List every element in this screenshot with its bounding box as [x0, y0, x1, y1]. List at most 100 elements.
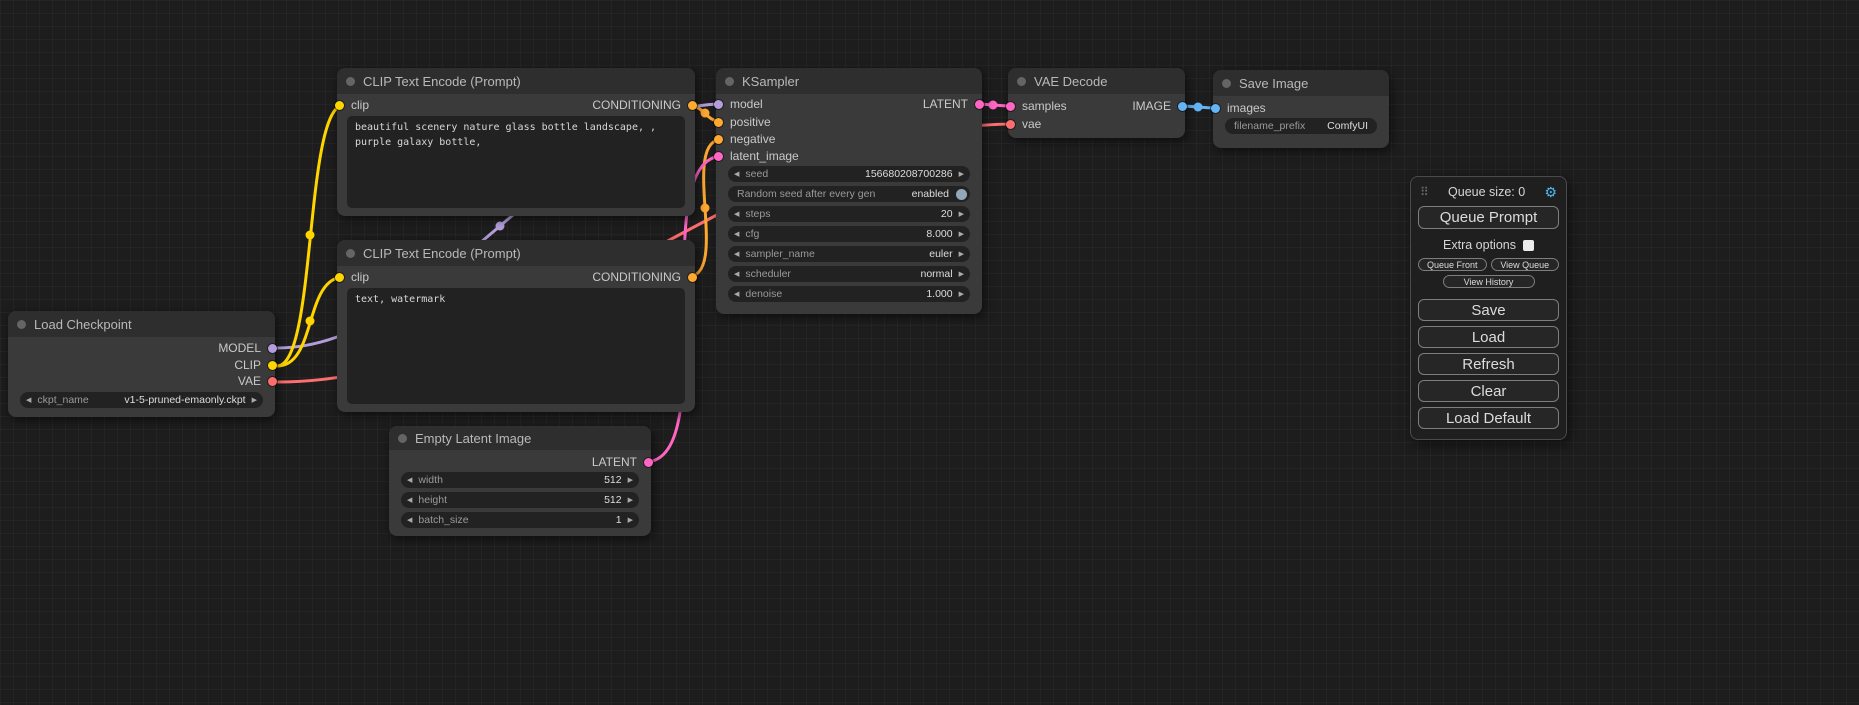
view-history-button[interactable]: View History: [1443, 275, 1535, 288]
clip-input-port[interactable]: [335, 101, 344, 110]
random-seed-toggle-widget[interactable]: Random seed after every gen enabled: [728, 186, 970, 202]
decrement-arrow-icon[interactable]: ◀: [728, 270, 745, 278]
width-widget[interactable]: ◀ width 512 ▶: [401, 472, 639, 488]
node-title-bar[interactable]: Load Checkpoint: [8, 311, 275, 337]
node-title-bar[interactable]: VAE Decode: [1008, 68, 1185, 94]
port-row-clip-input: clip: [340, 269, 369, 285]
node-title-bar[interactable]: CLIP Text Encode (Prompt): [337, 240, 695, 266]
toggle-knob-icon[interactable]: [956, 189, 967, 200]
decrement-arrow-icon[interactable]: ◀: [401, 516, 418, 524]
latent-output-port[interactable]: [975, 100, 984, 109]
increment-arrow-icon[interactable]: ▶: [622, 516, 639, 524]
queue-panel-header: ⠿ Queue size: 0 ⚙: [1418, 183, 1559, 201]
clip-input-port[interactable]: [335, 273, 344, 282]
queue-prompt-button[interactable]: Queue Prompt: [1418, 206, 1559, 229]
node-clip-text-encode-negative[interactable]: CLIP Text Encode (Prompt) clip CONDITION…: [337, 240, 695, 412]
decrement-arrow-icon[interactable]: ◀: [401, 496, 418, 504]
widget-label: height: [418, 494, 447, 506]
increment-arrow-icon[interactable]: ▶: [622, 496, 639, 504]
decrement-arrow-icon[interactable]: ◀: [728, 170, 745, 178]
batch-size-widget[interactable]: ◀ batch_size 1 ▶: [401, 512, 639, 528]
collapse-dot-icon[interactable]: [346, 77, 355, 86]
settings-gear-icon[interactable]: ⚙: [1544, 184, 1557, 201]
steps-widget[interactable]: ◀ steps 20 ▶: [728, 206, 970, 222]
node-save-image[interactable]: Save Image images filename_prefix ComfyU…: [1213, 70, 1389, 148]
collapse-dot-icon[interactable]: [17, 320, 26, 329]
view-queue-button[interactable]: View Queue: [1491, 258, 1560, 271]
filename-prefix-widget[interactable]: filename_prefix ComfyUI: [1225, 118, 1377, 134]
increment-arrow-icon[interactable]: ▶: [953, 170, 970, 178]
load-default-button[interactable]: Load Default: [1418, 407, 1559, 429]
queue-menu-panel[interactable]: ⠿ Queue size: 0 ⚙ Queue Prompt Extra opt…: [1410, 176, 1567, 440]
increment-arrow-icon[interactable]: ▶: [953, 250, 970, 258]
increment-arrow-icon[interactable]: ▶: [953, 290, 970, 298]
increment-arrow-icon[interactable]: ▶: [622, 476, 639, 484]
load-button[interactable]: Load: [1418, 326, 1559, 348]
decrement-arrow-icon[interactable]: ◀: [20, 396, 37, 404]
widget-label: ckpt_name: [37, 394, 88, 406]
collapse-dot-icon[interactable]: [1017, 77, 1026, 86]
model-input-port[interactable]: [714, 100, 723, 109]
node-title: CLIP Text Encode (Prompt): [363, 246, 521, 261]
port-row-latent-output: LATENT: [592, 454, 648, 470]
node-clip-text-encode-positive[interactable]: CLIP Text Encode (Prompt) clip CONDITION…: [337, 68, 695, 216]
widget-label: width: [418, 474, 443, 486]
cfg-widget[interactable]: ◀ cfg 8.000 ▶: [728, 226, 970, 242]
link-midpoint-dot: [701, 204, 710, 213]
vae-output-port[interactable]: [268, 377, 277, 386]
negative-prompt-textarea[interactable]: text, watermark: [347, 288, 685, 404]
model-output-port[interactable]: [268, 344, 277, 353]
node-load-checkpoint[interactable]: Load Checkpoint MODEL CLIP VAE ◀ ckpt_na…: [8, 311, 275, 417]
widget-label: Random seed after every gen: [737, 188, 875, 200]
conditioning-output-port[interactable]: [688, 101, 697, 110]
decrement-arrow-icon[interactable]: ◀: [728, 250, 745, 258]
node-graph-canvas[interactable]: Load Checkpoint MODEL CLIP VAE ◀ ckpt_na…: [0, 0, 1859, 705]
negative-input-port[interactable]: [714, 135, 723, 144]
node-title: VAE Decode: [1034, 74, 1107, 89]
decrement-arrow-icon[interactable]: ◀: [401, 476, 418, 484]
image-output-port[interactable]: [1178, 102, 1187, 111]
clear-button[interactable]: Clear: [1418, 380, 1559, 402]
widget-label: batch_size: [418, 514, 468, 526]
decrement-arrow-icon[interactable]: ◀: [728, 290, 745, 298]
increment-arrow-icon[interactable]: ▶: [953, 210, 970, 218]
clip-output-port[interactable]: [268, 361, 277, 370]
sampler-name-widget[interactable]: ◀ sampler_name euler ▶: [728, 246, 970, 262]
node-title-bar[interactable]: CLIP Text Encode (Prompt): [337, 68, 695, 94]
collapse-dot-icon[interactable]: [725, 77, 734, 86]
increment-arrow-icon[interactable]: ▶: [246, 396, 263, 404]
increment-arrow-icon[interactable]: ▶: [953, 230, 970, 238]
node-ksampler[interactable]: KSampler model positive negative latent_…: [716, 68, 982, 314]
node-title: CLIP Text Encode (Prompt): [363, 74, 521, 89]
node-title-bar[interactable]: Empty Latent Image: [389, 426, 651, 450]
collapse-dot-icon[interactable]: [1222, 79, 1231, 88]
save-button[interactable]: Save: [1418, 299, 1559, 321]
samples-input-port[interactable]: [1006, 102, 1015, 111]
ckpt-name-widget[interactable]: ◀ ckpt_name v1-5-pruned-emaonly.ckpt ▶: [20, 392, 263, 408]
latent-output-port[interactable]: [644, 458, 653, 467]
increment-arrow-icon[interactable]: ▶: [953, 270, 970, 278]
height-widget[interactable]: ◀ height 512 ▶: [401, 492, 639, 508]
decrement-arrow-icon[interactable]: ◀: [728, 210, 745, 218]
latent-image-input-port[interactable]: [714, 152, 723, 161]
scheduler-widget[interactable]: ◀ scheduler normal ▶: [728, 266, 970, 282]
node-title-bar[interactable]: KSampler: [716, 68, 982, 94]
node-vae-decode[interactable]: VAE Decode samples vae IMAGE: [1008, 68, 1185, 138]
seed-widget[interactable]: ◀ seed 156680208700286 ▶: [728, 166, 970, 182]
positive-input-port[interactable]: [714, 118, 723, 127]
conditioning-output-port[interactable]: [688, 273, 697, 282]
positive-prompt-textarea[interactable]: beautiful scenery nature glass bottle la…: [347, 116, 685, 208]
refresh-button[interactable]: Refresh: [1418, 353, 1559, 375]
drag-handle-icon[interactable]: ⠿: [1420, 185, 1429, 199]
decrement-arrow-icon[interactable]: ◀: [728, 230, 745, 238]
denoise-widget[interactable]: ◀ denoise 1.000 ▶: [728, 286, 970, 302]
port-label: MODEL: [218, 341, 261, 355]
collapse-dot-icon[interactable]: [346, 249, 355, 258]
node-empty-latent-image[interactable]: Empty Latent Image LATENT ◀ width 512 ▶ …: [389, 426, 651, 536]
collapse-dot-icon[interactable]: [398, 434, 407, 443]
images-input-port[interactable]: [1211, 104, 1220, 113]
node-title-bar[interactable]: Save Image: [1213, 70, 1389, 96]
extra-options-checkbox[interactable]: [1523, 240, 1534, 251]
queue-front-button[interactable]: Queue Front: [1418, 258, 1487, 271]
vae-input-port[interactable]: [1006, 120, 1015, 129]
